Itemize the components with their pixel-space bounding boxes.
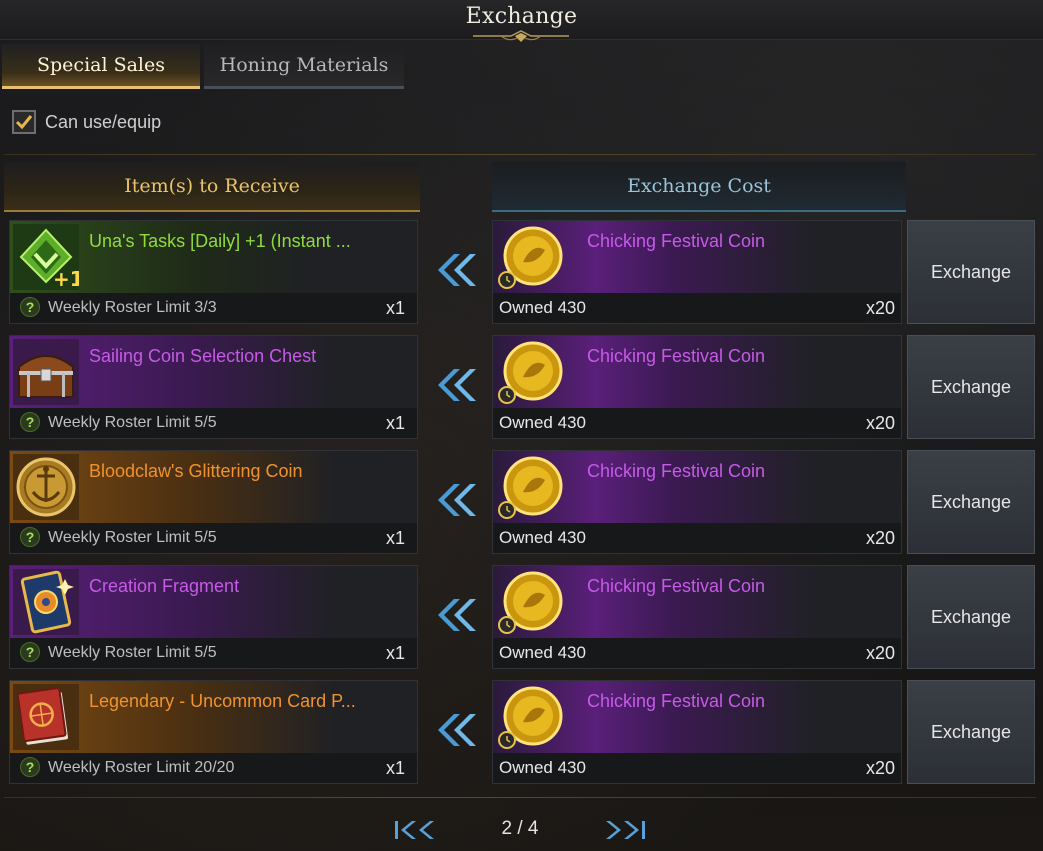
item-name: Una's Tasks [Daily] +1 (Instant ... [89,231,351,251]
column-header-cost: Exchange Cost [492,162,906,212]
window-title: Exchange [465,4,578,29]
cost-quantity: x20 [865,643,895,663]
exchange-button[interactable]: Exchange [907,450,1035,554]
last-page-icon[interactable] [602,818,648,842]
double-chevron-left-icon [438,599,476,631]
cost-quantity: x20 [865,413,895,433]
roster-limit: Weekly Roster Limit 5/5 [48,414,217,431]
can-use-checkbox[interactable] [12,110,36,134]
roster-limit: Weekly Roster Limit 3/3 [48,299,217,316]
anchor-coin-icon [13,454,79,520]
cost-quantity: x20 [865,528,895,548]
roster-limit: Weekly Roster Limit 5/5 [48,644,217,661]
item-name: Creation Fragment [89,576,240,596]
card-fragment-icon [13,569,79,635]
cost-item-name: Chicking Festival Coin [587,461,766,481]
item-name: Bloodclaw's Glittering Coin [89,461,303,481]
receive-item-card[interactable]: Sailing Coin Selection Chest ? Weekly Ro… [9,335,418,439]
exchange-row: Sailing Coin Selection Chest ? Weekly Ro… [0,335,1043,441]
cost-card[interactable]: Chicking Festival Coin Owned 430 x20 [492,680,902,784]
exchange-row: Creation Fragment ? Weekly Roster Limit … [0,565,1043,671]
item-name: Legendary - Uncommon Card P... [89,691,356,711]
treasure-chest-icon [13,339,79,405]
owned-count: Owned 430 [499,758,586,777]
help-icon[interactable]: ? [20,757,40,777]
cost-item-name: Chicking Festival Coin [587,576,766,596]
card-pack-book-icon [13,684,79,750]
exchange-row: Legendary - Uncommon Card P... ? Weekly … [0,680,1043,786]
receive-item-card[interactable]: Legendary - Uncommon Card P... ? Weekly … [9,680,418,784]
cost-item-name: Chicking Festival Coin [587,691,766,711]
item-quantity: x1 [385,413,405,433]
roster-limit: Weekly Roster Limit 20/20 [48,759,235,776]
exchange-button[interactable]: Exchange [907,335,1035,439]
title-bar: Exchange [0,0,1043,42]
exchange-row: +1 Una's Tasks [Daily] +1 (Instant ... ?… [0,220,1043,326]
divider [4,154,1036,155]
item-quantity: x1 [385,643,405,663]
checkmark-icon [15,115,33,130]
help-icon[interactable]: ? [20,642,40,662]
exchange-button[interactable]: Exchange [907,220,1035,324]
receive-item-card[interactable]: Bloodclaw's Glittering Coin ? Weekly Ros… [9,450,418,554]
item-name: Sailing Coin Selection Chest [89,346,317,366]
cost-card[interactable]: Chicking Festival Coin Owned 430 x20 [492,450,902,554]
first-page-icon[interactable] [392,818,438,842]
festival-coin-icon [498,226,563,289]
receive-item-card[interactable]: +1 Una's Tasks [Daily] +1 (Instant ... ?… [9,220,418,324]
una-task-icon: +1 [13,224,79,290]
tab-special-sales[interactable]: Special Sales [2,44,200,89]
cost-card[interactable]: Chicking Festival Coin Owned 430 x20 [492,335,902,439]
help-icon[interactable]: ? [20,412,40,432]
cost-quantity: x20 [865,758,895,778]
owned-count: Owned 430 [499,413,586,432]
column-header-receive: Item(s) to Receive [4,162,420,212]
owned-count: Owned 430 [499,298,586,317]
tab-honing-materials[interactable]: Honing Materials [204,44,404,89]
owned-count: Owned 430 [499,643,586,662]
cost-quantity: x20 [865,298,895,318]
owned-count: Owned 430 [499,528,586,547]
festival-coin-icon [498,456,563,519]
festival-coin-icon [498,571,563,634]
exchange-row: Bloodclaw's Glittering Coin ? Weekly Ros… [0,450,1043,556]
help-icon[interactable]: ? [20,297,40,317]
cost-item-name: Chicking Festival Coin [587,346,766,366]
svg-text:+1: +1 [53,267,79,290]
item-quantity: x1 [385,528,405,548]
divider [4,797,1036,798]
cost-card[interactable]: Chicking Festival Coin Owned 430 x20 [492,565,902,669]
item-quantity: x1 [385,758,405,778]
double-chevron-left-icon [438,369,476,401]
item-quantity: x1 [385,298,405,318]
tab-bar: Special Sales Honing Materials [0,44,1043,90]
page-indicator: 2 / 4 [501,818,539,839]
double-chevron-left-icon [438,484,476,516]
roster-limit: Weekly Roster Limit 5/5 [48,529,217,546]
exchange-button[interactable]: Exchange [907,680,1035,784]
double-chevron-left-icon [438,254,476,286]
double-chevron-left-icon [438,714,476,746]
pagination: 2 / 4 [0,812,1043,848]
cost-card[interactable]: Chicking Festival Coin Owned 430 x20 [492,220,902,324]
exchange-button[interactable]: Exchange [907,565,1035,669]
festival-coin-icon [498,686,563,749]
festival-coin-icon [498,341,563,404]
help-icon[interactable]: ? [20,527,40,547]
receive-item-card[interactable]: Creation Fragment ? Weekly Roster Limit … [9,565,418,669]
can-use-filter: Can use/equip [12,110,161,134]
can-use-label: Can use/equip [45,111,162,132]
cost-item-name: Chicking Festival Coin [587,231,766,251]
